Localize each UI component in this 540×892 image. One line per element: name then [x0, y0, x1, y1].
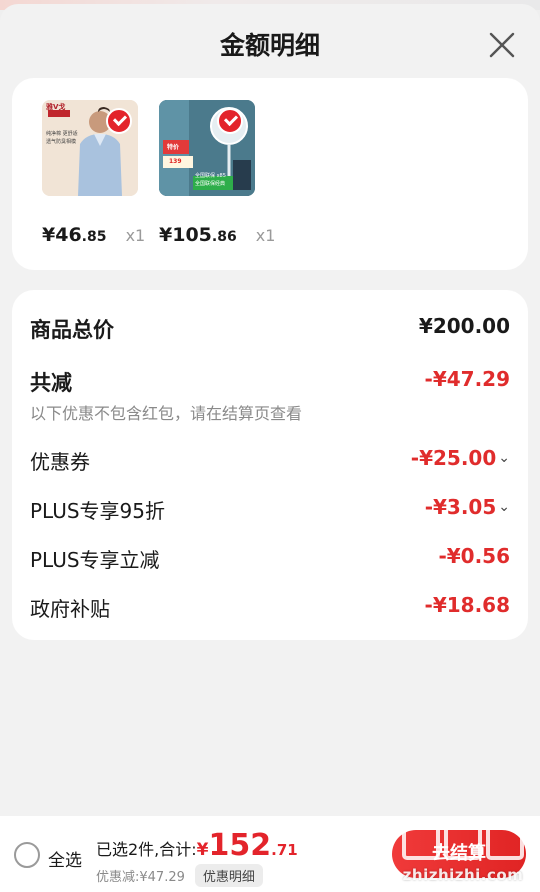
selected-count-text: 已选2件,合计:	[96, 840, 197, 859]
product-price: ¥105.86	[159, 224, 237, 246]
total-price-row: 商品总价 ¥200.00	[30, 314, 510, 344]
summary-discount-line: 优惠减:¥47.29 优惠明细	[96, 864, 263, 887]
product-item[interactable]: 特价 139 全国联保 x85 全国联保经典	[159, 100, 257, 196]
total-reduction-value: -¥47.29	[424, 367, 510, 391]
price-detail-card: 商品总价 ¥200.00 共减 -¥47.29 以下优惠不包含红包，请在结算页查…	[12, 290, 528, 640]
close-icon[interactable]	[486, 29, 518, 61]
discount-amount-text: 优惠减:¥47.29	[96, 870, 185, 885]
thumb-sub-text: 全国联保经典	[195, 181, 226, 187]
discount-row-coupon[interactable]: 优惠券 -¥25.00 ⌄	[30, 446, 510, 476]
product-item[interactable]: 雅V戈 纯净棉 更舒适 透气防臭相模	[42, 100, 140, 196]
total-reduction-row: 共减 -¥47.29	[30, 367, 510, 397]
total-reduction-label: 共减	[30, 371, 72, 395]
discount-value: -¥18.68	[424, 593, 510, 617]
discount-label: 优惠券	[30, 450, 90, 474]
product-quantity: x1	[125, 226, 146, 245]
thumb-caption-1: 纯净棉 更舒适	[46, 131, 78, 137]
thumb-price-text: 139	[169, 158, 182, 165]
discount-note: 以下优惠不包含红包，请在结算页查看	[30, 404, 303, 423]
product-price: ¥46.85	[42, 224, 107, 246]
discount-value: -¥0.56	[438, 544, 510, 568]
discount-row-subsidy: 政府补贴 -¥18.68	[30, 593, 510, 623]
total-amount: ¥152.71	[196, 828, 298, 863]
summary-total-line: 已选2件,合计:¥152.71	[96, 828, 298, 863]
discount-row-plus-reduce: PLUS专享立减 -¥0.56	[30, 544, 510, 574]
order-summary: 已选2件,合计:¥152.71 优惠减:¥47.29 优惠明细	[96, 828, 298, 887]
chevron-down-icon[interactable]: ⌄	[498, 450, 510, 466]
product-image-fan[interactable]: 特价 139 全国联保 x85 全国联保经典	[159, 100, 255, 196]
checkout-button[interactable]: 去结算	[392, 830, 526, 878]
thumb-tag-text: 特价	[167, 144, 180, 151]
sheet-title: 金额明细	[219, 31, 320, 60]
select-all-label[interactable]: 全选	[48, 846, 82, 871]
total-price-label: 商品总价	[30, 318, 114, 342]
product-quantity: x1	[255, 226, 276, 245]
thumb-badge-text: 全国联保 x85	[195, 173, 226, 179]
discount-value: -¥25.00 ⌄	[410, 446, 510, 470]
discount-row-plus-95[interactable]: PLUS专享95折 -¥3.05 ⌄	[30, 495, 510, 525]
discount-label: PLUS专享立减	[30, 548, 160, 572]
product-image-shirt[interactable]: 雅V戈 纯净棉 更舒适 透气防臭相模	[42, 100, 138, 196]
products-card: 雅V戈 纯净棉 更舒适 透气防臭相模 ¥46.85 x1 特价 139 全国联保…	[12, 78, 528, 270]
product-price-row: ¥105.86 x1	[159, 224, 275, 246]
discount-label: 政府补贴	[30, 597, 110, 621]
discount-value: -¥3.05 ⌄	[424, 495, 510, 519]
product-price-row: ¥46.85 x1	[42, 224, 145, 246]
discount-label: PLUS专享95折	[30, 499, 165, 523]
thumb-caption-2: 透气防臭相模	[46, 139, 77, 145]
total-price-value: ¥200.00	[418, 314, 510, 338]
select-all-radio[interactable]	[14, 842, 40, 868]
discount-detail-button[interactable]: 优惠明细	[194, 864, 263, 887]
selected-check-icon[interactable]	[217, 108, 243, 134]
checkout-bar: 全选 已选2件,合计:¥152.71 优惠减:¥47.29 优惠明细 去结算	[0, 816, 540, 892]
thumb-brand-text: 雅V戈	[46, 103, 66, 111]
chevron-down-icon[interactable]: ⌄	[498, 499, 510, 515]
selected-check-icon[interactable]	[106, 108, 132, 134]
